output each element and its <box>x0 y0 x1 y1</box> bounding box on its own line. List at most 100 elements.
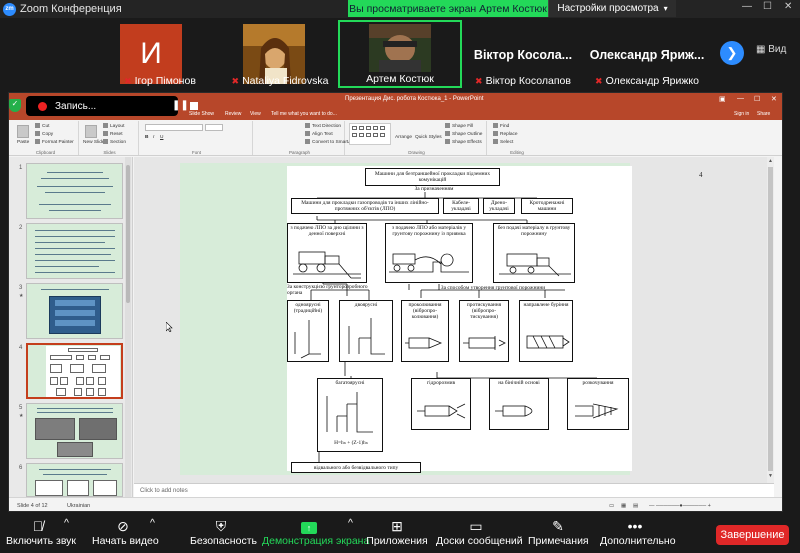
close-icon[interactable]: ✕ <box>771 95 777 103</box>
audio-options-caret[interactable]: ^ <box>64 517 69 529</box>
more-button[interactable]: ••• Дополнительно <box>600 517 676 547</box>
whiteboards-button[interactable]: ▭ Доски сообщений <box>436 517 523 547</box>
notes-pane[interactable]: Click to add notes <box>134 483 774 497</box>
by-purpose-label: За призначенням <box>414 186 454 192</box>
thumb-number: 5 <box>19 405 23 411</box>
thumb-number: 4 <box>19 345 23 351</box>
participant-tile[interactable]: ✖ Nataliya Fidrovska <box>225 20 335 88</box>
share-options-caret[interactable]: ^ <box>348 517 353 529</box>
font-name-field[interactable] <box>145 124 203 131</box>
underline-button[interactable]: U <box>160 135 163 140</box>
cavity-drilling-drawing <box>523 330 571 354</box>
reset-button[interactable]: Reset <box>103 131 123 137</box>
tell-me-search[interactable]: Tell me what you want to do... <box>271 111 337 117</box>
quick-styles-button[interactable]: Quick Styles <box>415 135 442 140</box>
cavity-piercing-label: проколювання (вібропро-колювання) <box>408 302 442 320</box>
italic-button[interactable]: I <box>153 135 154 140</box>
drawing-group: Arrange Quick Styles Shape Fill Shape Ou… <box>347 121 487 155</box>
delivery-surface-drawing <box>291 244 363 280</box>
view-normal-icon[interactable]: ▭ <box>609 503 614 509</box>
slide-thumbnail-4[interactable] <box>26 343 123 399</box>
design-single-drawing <box>291 320 325 360</box>
participant-tile[interactable]: И ✖ Ігор Пімонов <box>100 20 220 88</box>
notes-button[interactable]: ✎ Примечания <box>528 517 589 547</box>
stop-icon[interactable] <box>190 102 198 110</box>
delivery-pit-label: з подачею ЛПО або матеріалів у грунтову … <box>391 225 467 237</box>
group-label: Font <box>191 150 201 155</box>
find-button[interactable]: Find <box>493 123 509 129</box>
design-double-drawing <box>345 318 389 360</box>
maximize-icon[interactable]: ☐ <box>763 1 772 12</box>
video-options-caret[interactable]: ^ <box>150 517 155 529</box>
mic-off-icon: 🎙̸ <box>32 518 44 534</box>
ppt-window-title: Презентация Дис. робота Костюка_1 - Powe… <box>345 96 484 102</box>
notes-icon: ✎ <box>552 518 564 534</box>
mic-muted-icon: ✖ <box>595 76 603 86</box>
new-slide-icon[interactable] <box>85 125 97 138</box>
shape-effects-button[interactable]: Shape Effects <box>445 139 482 145</box>
maximize-icon[interactable]: ☐ <box>754 95 760 103</box>
slide-thumbnail-6[interactable] <box>26 463 123 497</box>
slide-thumbnail-3[interactable] <box>26 283 123 339</box>
participant-tile[interactable]: Олександр Яриж... ✖ Олександр Ярижко <box>582 20 712 88</box>
paste-button[interactable]: Paste <box>17 140 29 145</box>
share-screen-button[interactable]: ↑ Демонстрация экрана <box>262 517 369 547</box>
shared-screen: Презентация Дис. робота Костюка_1 - Powe… <box>8 92 783 512</box>
sign-in-link[interactable]: Sign in <box>734 111 749 117</box>
slide-thumbnail-2[interactable] <box>26 223 123 279</box>
cut-button[interactable]: Cut <box>35 123 49 129</box>
font-group: B I U Font <box>141 121 253 155</box>
align-text-button[interactable]: Align Text <box>305 131 333 137</box>
minimize-icon[interactable]: — <box>737 95 744 102</box>
mic-muted-icon: ✖ <box>475 76 483 86</box>
security-button[interactable]: ⛨ Безопасность <box>190 517 257 547</box>
select-button[interactable]: Select <box>493 139 513 145</box>
view-reading-icon[interactable]: ▤ <box>633 503 638 509</box>
pause-icon[interactable]: ❚❚ <box>172 100 189 111</box>
new-slide-button[interactable]: New Slide <box>83 140 105 145</box>
next-page-button[interactable]: ❯ <box>720 41 744 65</box>
layout-button[interactable]: Layout <box>103 123 124 129</box>
participant-tile[interactable]: Віктор Косола... ✖ Віктор Косолапов <box>468 20 578 88</box>
replace-button[interactable]: Replace <box>493 131 518 137</box>
font-size-field[interactable] <box>205 124 223 131</box>
tab-slide-show[interactable]: Slide Show <box>189 111 214 117</box>
canvas-scrollbar[interactable]: ▲ ▼ <box>767 157 774 483</box>
format-painter-button[interactable]: Format Painter <box>35 139 74 145</box>
bold-button[interactable]: B <box>145 135 148 140</box>
slide-thumbnail-5[interactable] <box>26 403 123 459</box>
delivery-surface-label: з подачею ЛПО за дно щілини з денної пов… <box>290 225 364 237</box>
share-button[interactable]: Share <box>757 111 770 117</box>
paste-icon[interactable] <box>17 125 29 138</box>
minimize-icon[interactable]: — <box>742 1 752 12</box>
gallery-view-button[interactable]: ▦ Вид <box>756 44 786 55</box>
copy-button[interactable]: Copy <box>35 131 53 137</box>
view-options-button[interactable]: Настройки просмотра ▾ <box>548 0 676 17</box>
ribbon-options-icon[interactable]: ▣ <box>719 95 726 103</box>
view-sorter-icon[interactable]: ▦ <box>621 503 626 509</box>
tab-view[interactable]: View <box>250 111 261 117</box>
slide-canvas: Машини для безтраншейної прокладки підзе… <box>134 157 774 483</box>
language-indicator[interactable]: Ukrainian <box>67 503 90 509</box>
close-icon[interactable]: ✕ <box>784 1 792 12</box>
shapes-gallery[interactable] <box>349 123 391 145</box>
start-video-button[interactable]: ⊘ Начать видео <box>92 517 159 547</box>
participant-tile-active[interactable]: Артем Костюк <box>338 20 462 88</box>
end-meeting-button[interactable]: Завершение <box>716 525 789 545</box>
scroll-down-icon[interactable]: ▼ <box>767 473 774 479</box>
section-button[interactable]: Section <box>103 139 126 145</box>
design-double-label: двоярусні <box>354 302 378 308</box>
ribbon: Paste Cut Copy Format Painter Clipboard … <box>9 120 782 156</box>
shape-fill-button[interactable]: Shape Fill <box>445 123 473 129</box>
slide-thumbnail-1[interactable] <box>26 163 123 219</box>
scroll-up-icon[interactable]: ▲ <box>767 158 774 164</box>
unmute-button[interactable]: 🎙̸ Включить звук <box>6 517 76 547</box>
apps-button[interactable]: ⊞ Приложения <box>366 517 428 547</box>
thumbnail-scrollbar[interactable] <box>125 157 131 497</box>
tab-review[interactable]: Review <box>225 111 241 117</box>
text-direction-button[interactable]: Text Direction <box>305 123 341 129</box>
shape-outline-button[interactable]: Shape Outline <box>445 131 482 137</box>
zoom-slider[interactable]: — ──────●────── + <box>649 503 711 509</box>
arrange-button[interactable]: Arrange <box>395 135 412 140</box>
participant-display-name: Віктор Косола... <box>473 48 573 62</box>
